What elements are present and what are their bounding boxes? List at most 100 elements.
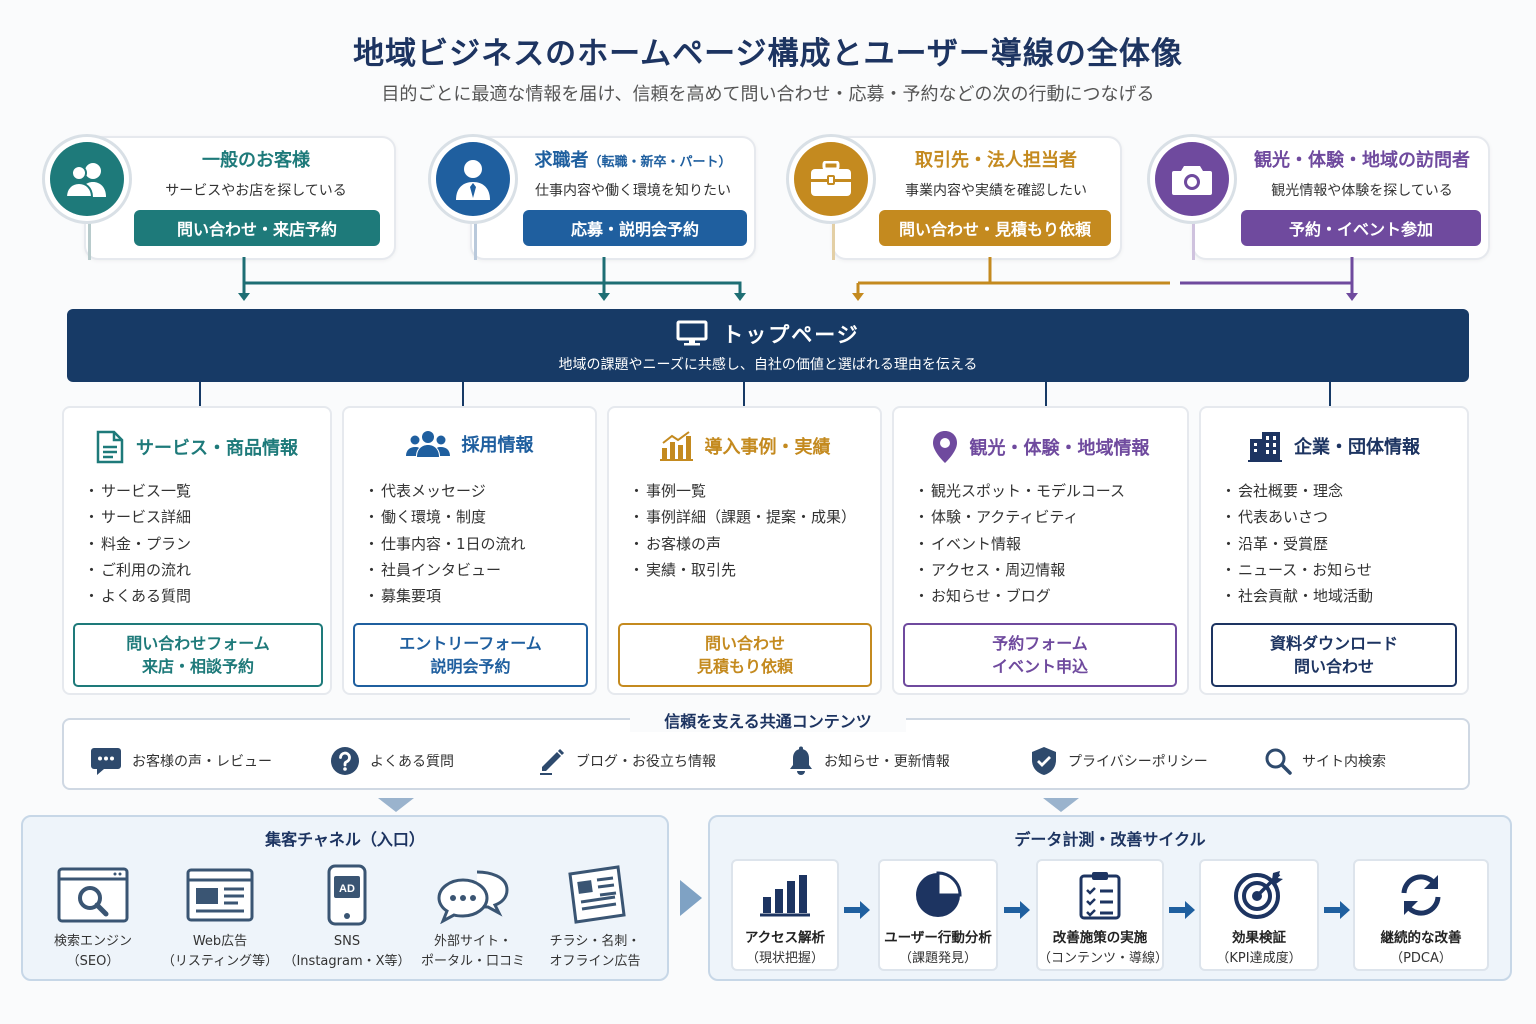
people-icon (405, 431, 450, 457)
section-cta-button[interactable]: 予約フォーム イベント申込 (903, 623, 1177, 687)
section-card-cases: 導入事例・実績 事例一覧 事例詳細（課題・提案・成果） お客様の声 実績・取引先… (607, 406, 882, 695)
question-icon (331, 747, 359, 775)
section-list: サービス一覧 サービス詳細 料金・プラン ご利用の流れ よくある質問 (84, 478, 191, 609)
channel-item[interactable]: AD SNS （Instagram・X等） (282, 862, 412, 972)
section-list: 会社概要・理念 代表あいさつ 沿革・受賞歴 ニュース・お知らせ 社会貢献・地域活… (1221, 478, 1373, 609)
analytics-bars-icon (760, 875, 810, 917)
section-card-service: サービス・商品情報 サービス一覧 サービス詳細 料金・プラン ご利用の流れ よく… (62, 406, 332, 695)
list-item[interactable]: 会社概要・理念 (1221, 478, 1373, 504)
common-item[interactable]: ブログ・お役立ち情報 (538, 745, 716, 777)
cycle-step[interactable]: 継続的な改善 （PDCA） (1353, 859, 1489, 971)
list-item[interactable]: 事例一覧 (629, 478, 856, 504)
list-item[interactable]: ニュース・お知らせ (1221, 557, 1373, 583)
list-item[interactable]: お知らせ・ブログ (914, 583, 1125, 609)
page-subtitle: 目的ごとに最適な情報を届け、信頼を高めて問い合わせ・応募・予約などの次の行動につ… (381, 84, 1155, 105)
list-item[interactable]: 事例詳細（課題・提案・成果） (629, 504, 856, 530)
section-card-tourism: 観光・体験・地域情報 観光スポット・モデルコース 体験・アクティビティ イベント… (892, 406, 1189, 695)
channel-item[interactable]: 外部サイト・ ポータル・口コミ (408, 862, 538, 972)
common-item[interactable]: プライバシーポリシー (1030, 745, 1208, 777)
arrow-right-icon (1169, 901, 1195, 919)
list-item[interactable]: イベント情報 (914, 531, 1125, 557)
cycle-step[interactable]: 効果検証 （KPI達成度） (1199, 859, 1319, 971)
list-item[interactable]: 代表メッセージ (364, 478, 526, 504)
list-item[interactable]: 仕事内容・1日の流れ (364, 531, 526, 557)
building-icon (1248, 432, 1282, 462)
flow-arrow-icon (680, 880, 702, 916)
cycle-step[interactable]: アクセス解析 （現状把握） (731, 859, 839, 971)
list-item[interactable]: ご利用の流れ (84, 557, 191, 583)
channel-item[interactable]: 検索エンジン （SEO） (28, 862, 158, 972)
list-item[interactable]: 働く環境・制度 (364, 504, 526, 530)
cycle-step[interactable]: 改善施策の実施 （コンテンツ・導線） (1036, 859, 1168, 971)
persona-action-button[interactable]: 問い合わせ・見積もり依頼 (879, 210, 1111, 246)
list-item[interactable]: 代表あいさつ (1221, 504, 1373, 530)
list-item[interactable]: 実績・取引先 (629, 557, 856, 583)
list-item[interactable]: 沿革・受賞歴 (1221, 531, 1373, 557)
list-item[interactable]: 募集要項 (364, 583, 526, 609)
document-icon (96, 430, 124, 464)
section-cta-button[interactable]: 問い合わせフォーム 来店・相談予約 (73, 623, 323, 687)
section-card-company: 企業・団体情報 会社概要・理念 代表あいさつ 沿革・受賞歴 ニュース・お知らせ … (1199, 406, 1469, 695)
persona-action-button[interactable]: 問い合わせ・来店予約 (134, 210, 380, 246)
briefcase-icon (811, 161, 851, 196)
channels-title: 集客チャネル（入口） (265, 830, 425, 849)
pie-chart-icon (916, 871, 962, 917)
top-page-bar[interactable]: トップページ 地域の課題やニーズに共感し、自社の価値と選ばれる理由を伝える (67, 309, 1469, 382)
monitor-icon (676, 320, 708, 346)
top-page-title: トップページ (67, 319, 1469, 349)
persona-avatar (42, 134, 132, 224)
cycle-title: データ計測・改善サイクル (1014, 830, 1206, 849)
map-pin-icon (932, 431, 957, 463)
search-icon (1265, 748, 1292, 775)
persona-stem (88, 220, 91, 260)
list-item[interactable]: 社会貢献・地域活動 (1221, 583, 1373, 609)
speech-bubbles-icon (437, 870, 509, 924)
persona-stem (832, 220, 835, 260)
section-cta-button[interactable]: エントリーフォーム 説明会予約 (353, 623, 588, 687)
section-heading: 採用情報 (344, 430, 595, 458)
cycle-step[interactable]: ユーザー行動分析 （課題発見） (878, 859, 998, 971)
job-seeker-icon (456, 160, 490, 200)
persona-stem (1192, 220, 1195, 260)
list-item[interactable]: サービス一覧 (84, 478, 191, 504)
bar-chart-icon (659, 431, 693, 461)
ad-badge: AD (339, 883, 355, 895)
channel-item[interactable]: チラシ・名刺・ オフライン広告 (530, 862, 660, 972)
list-item[interactable]: サービス詳細 (84, 504, 191, 530)
list-item[interactable]: よくある質問 (84, 583, 191, 609)
common-item[interactable]: お知らせ・更新情報 (788, 745, 950, 777)
section-cta-button[interactable]: 資料ダウンロード 問い合わせ (1211, 623, 1457, 687)
persona-title: 求職者（転職・新卒・パート） (534, 150, 732, 171)
list-item[interactable]: アクセス・周辺情報 (914, 557, 1125, 583)
section-list: 事例一覧 事例詳細（課題・提案・成果） お客様の声 実績・取引先 (629, 478, 856, 583)
section-heading: 企業・団体情報 (1201, 430, 1467, 462)
camera-icon (1172, 166, 1212, 195)
common-item[interactable]: よくある質問 (330, 745, 454, 777)
common-contents-title: 信頼を支える共通コンテンツ (630, 708, 906, 732)
page-title: 地域ビジネスのホームページ構成とユーザー導線の全体像 (353, 36, 1183, 72)
common-item[interactable]: お客様の声・レビュー (90, 745, 272, 777)
persona-connectors (238, 257, 1358, 301)
persona-avatar (428, 134, 518, 224)
list-item[interactable]: 料金・プラン (84, 531, 191, 557)
list-item[interactable]: お客様の声 (629, 531, 856, 557)
section-connectors (199, 382, 1331, 406)
list-item[interactable]: 観光スポット・モデルコース (914, 478, 1125, 504)
section-heading: 導入事例・実績 (609, 430, 880, 462)
section-heading: サービス・商品情報 (64, 430, 330, 464)
persona-action-button[interactable]: 応募・説明会予約 (523, 210, 747, 246)
section-cta-button[interactable]: 問い合わせ 見積もり依頼 (618, 623, 872, 687)
channel-item[interactable]: Web広告 （リスティング等） (155, 862, 285, 972)
search-engine-icon (57, 867, 129, 923)
list-item[interactable]: 体験・アクティビティ (914, 504, 1125, 530)
common-item[interactable]: サイト内検索 (1264, 745, 1386, 777)
persona-desc: サービスやお店を探している (165, 183, 347, 199)
bell-icon (790, 746, 812, 775)
flyer-icon (568, 865, 626, 924)
down-arrow (378, 798, 414, 812)
web-ad-icon (186, 868, 254, 922)
list-item[interactable]: 社員インタビュー (364, 557, 526, 583)
persona-desc: 仕事内容や働く環境を知りたい (535, 183, 731, 199)
section-heading: 観光・体験・地域情報 (894, 430, 1187, 464)
persona-action-button[interactable]: 予約・イベント参加 (1241, 210, 1481, 246)
